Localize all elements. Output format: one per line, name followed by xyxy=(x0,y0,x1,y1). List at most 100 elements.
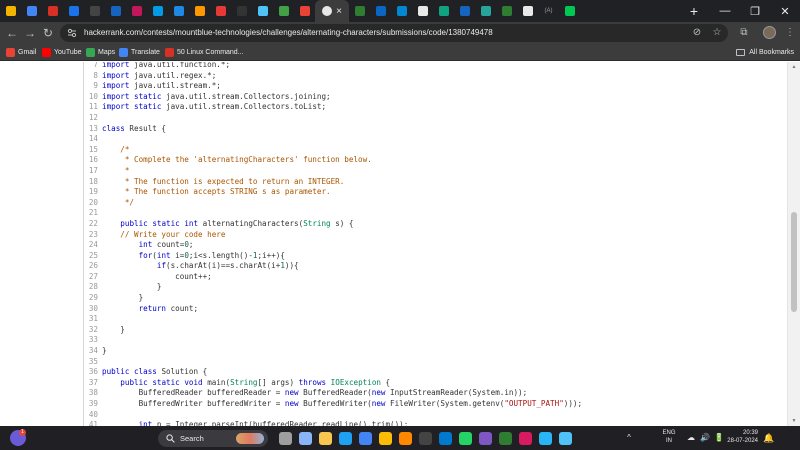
taskbar-app[interactable] xyxy=(515,426,535,450)
close-tab-icon[interactable]: × xyxy=(336,6,342,17)
code-text[interactable]: import static java.util.stream.Collector… xyxy=(102,102,326,113)
taskbar-app[interactable] xyxy=(375,426,395,450)
code-text[interactable]: * The function is expected to return an … xyxy=(102,177,344,188)
browser-tab[interactable] xyxy=(433,0,454,22)
browser-tab[interactable]: (A) xyxy=(538,0,559,22)
profile-avatar[interactable] xyxy=(763,26,776,39)
clock[interactable]: 20:39 28-07-2024 xyxy=(720,429,758,445)
taskbar-app[interactable] xyxy=(315,426,335,450)
extensions-icon[interactable]: ⧉ xyxy=(736,25,752,41)
all-bookmarks-button[interactable]: All Bookmarks xyxy=(736,44,794,60)
address-bar[interactable]: hackerrank.com/contests/mountblue-techno… xyxy=(60,24,728,42)
code-text[interactable]: */ xyxy=(102,198,134,209)
browser-tab[interactable] xyxy=(42,0,63,22)
bookmark-gmail[interactable]: Gmail xyxy=(6,44,36,60)
code-text[interactable]: public static int alternatingCharacters(… xyxy=(102,219,353,230)
bookmark-maps[interactable]: Maps xyxy=(86,44,115,60)
scroll-up-icon[interactable]: ▲ xyxy=(788,62,800,72)
code-text[interactable]: /* xyxy=(102,145,129,156)
browser-tab[interactable] xyxy=(412,0,433,22)
code-text[interactable]: * The function accepts STRING s as param… xyxy=(102,187,331,198)
taskbar-app[interactable] xyxy=(455,426,475,450)
code-text[interactable]: BufferedReader bufferedReader = new Buff… xyxy=(102,388,528,399)
page-scrollbar[interactable]: ▲ ▼ xyxy=(788,62,800,426)
taskbar-app[interactable] xyxy=(355,426,375,450)
browser-tab[interactable] xyxy=(370,0,391,22)
browser-tab[interactable] xyxy=(294,0,315,22)
browser-tab[interactable] xyxy=(63,0,84,22)
code-text[interactable]: import java.util.function.*; xyxy=(102,62,230,71)
browser-tab[interactable] xyxy=(231,0,252,22)
browser-tab[interactable] xyxy=(454,0,475,22)
code-text[interactable]: count++; xyxy=(102,272,212,283)
bookmark-youtube[interactable]: YouTube xyxy=(42,44,82,60)
eye-off-icon[interactable]: ⊘ xyxy=(690,26,704,40)
browser-tab[interactable] xyxy=(349,0,370,22)
code-text[interactable]: if(s.charAt(i)==s.charAt(i+1)){ xyxy=(102,261,299,272)
back-icon[interactable]: ← xyxy=(4,25,20,41)
browser-tab[interactable] xyxy=(475,0,496,22)
minimize-button[interactable]: — xyxy=(710,0,740,22)
browser-tab[interactable] xyxy=(496,0,517,22)
bookmark-translate[interactable]: Translate xyxy=(119,44,160,60)
show-hidden-icons-icon[interactable]: ^ xyxy=(622,431,636,445)
code-text[interactable]: } xyxy=(102,293,144,304)
taskbar-app[interactable] xyxy=(395,426,415,450)
maximize-button[interactable]: ❐ xyxy=(740,0,770,22)
taskbar-app[interactable] xyxy=(415,426,435,450)
notifications-icon[interactable]: 🔔 xyxy=(762,431,776,445)
browser-tab[interactable] xyxy=(147,0,168,22)
code-text[interactable]: * xyxy=(102,166,130,177)
code-text[interactable]: return count; xyxy=(102,304,198,315)
code-text[interactable]: BufferedWriter bufferedWriter = new Buff… xyxy=(102,399,583,410)
taskbar-app[interactable] xyxy=(275,426,295,450)
browser-tab[interactable] xyxy=(168,0,189,22)
code-text[interactable]: } xyxy=(102,282,162,293)
new-tab-button[interactable]: + xyxy=(686,3,702,19)
code-text[interactable]: int count=0; xyxy=(102,240,194,251)
browser-tab[interactable]: × xyxy=(315,0,349,22)
taskbar-search[interactable]: Search xyxy=(158,430,268,447)
bookmark-star-icon[interactable]: ☆ xyxy=(710,26,724,40)
browser-tab[interactable] xyxy=(105,0,126,22)
code-text[interactable]: } xyxy=(102,325,125,336)
code-text[interactable]: * Complete the 'alternatingCharacters' f… xyxy=(102,155,372,166)
close-window-button[interactable]: ✕ xyxy=(770,0,800,22)
code-text[interactable]: } xyxy=(102,346,107,357)
code-text[interactable]: for(int i=0;i<s.length()-1;i++){ xyxy=(102,251,285,262)
site-info-icon[interactable] xyxy=(67,28,77,38)
taskbar-app[interactable] xyxy=(335,426,355,450)
code-text[interactable]: // Write your code here xyxy=(102,230,225,241)
code-text[interactable]: public static void main(String[] args) t… xyxy=(102,378,390,389)
forward-icon[interactable]: → xyxy=(22,25,38,41)
scrollbar-thumb[interactable] xyxy=(791,212,797,312)
browser-tab[interactable] xyxy=(517,0,538,22)
browser-tab[interactable] xyxy=(391,0,412,22)
browser-tab[interactable] xyxy=(252,0,273,22)
browser-tab[interactable] xyxy=(126,0,147,22)
url-text[interactable]: hackerrank.com/contests/mountblue-techno… xyxy=(84,24,493,42)
input-language[interactable]: ENG IN xyxy=(657,429,681,445)
code-editor[interactable]: 7 import java.util.function.*; 8 import jav… xyxy=(83,62,788,426)
browser-tab[interactable] xyxy=(0,0,21,22)
browser-tab[interactable] xyxy=(21,0,42,22)
code-text[interactable]: public class Solution { xyxy=(102,367,207,378)
browser-tab[interactable] xyxy=(84,0,105,22)
browser-tab[interactable] xyxy=(189,0,210,22)
code-text[interactable]: import java.util.stream.*; xyxy=(102,81,221,92)
taskbar-app[interactable] xyxy=(495,426,515,450)
code-text[interactable]: import static java.util.stream.Collector… xyxy=(102,92,331,103)
taskbar-app[interactable] xyxy=(295,426,315,450)
menu-icon[interactable]: ⋮ xyxy=(782,25,798,41)
scroll-down-icon[interactable]: ▼ xyxy=(788,416,800,426)
bookmark-linux-commands[interactable]: 50 Linux Command... xyxy=(165,44,244,60)
taskbar-app[interactable] xyxy=(475,426,495,450)
code-text[interactable]: class Result { xyxy=(102,124,166,135)
taskbar-app[interactable] xyxy=(555,426,575,450)
taskbar-app[interactable] xyxy=(535,426,555,450)
reload-icon[interactable]: ↻ xyxy=(40,25,56,41)
browser-tab[interactable] xyxy=(273,0,294,22)
browser-tab[interactable] xyxy=(559,0,580,22)
taskbar-app[interactable] xyxy=(435,426,455,450)
code-text[interactable]: import java.util.regex.*; xyxy=(102,71,216,82)
